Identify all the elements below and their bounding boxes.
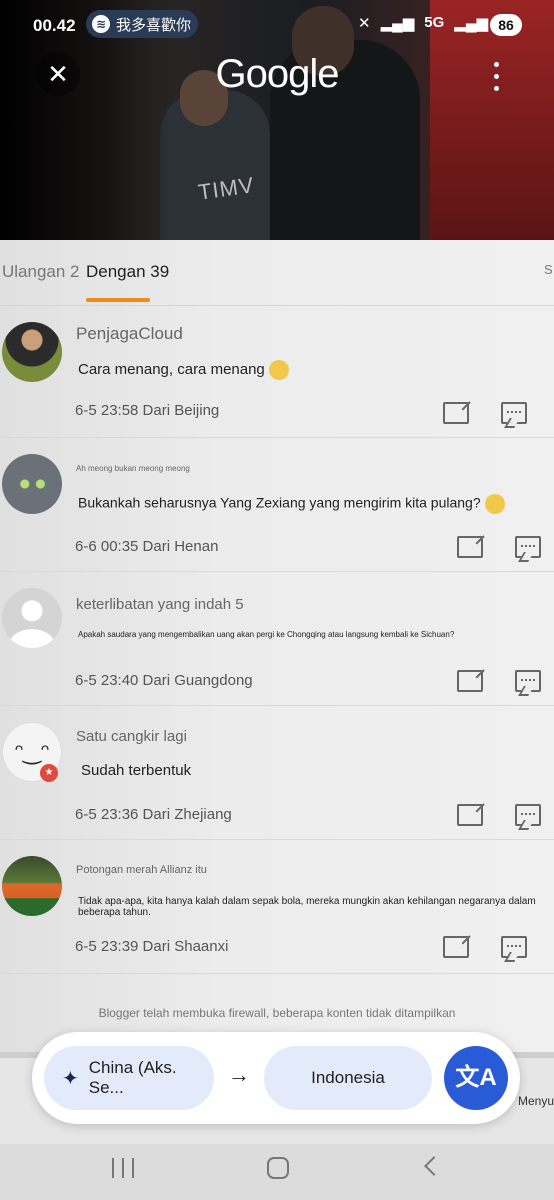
avatar[interactable] xyxy=(2,454,62,514)
spotify-icon: ≋ xyxy=(92,15,110,33)
comment-text: Cara menang, cara menang xyxy=(78,360,289,380)
media-text: 我多喜歡你 xyxy=(116,16,192,34)
comment-item: PenjagaCloud Cara menang, cara menang 6-… xyxy=(0,306,554,438)
source-language-label: China (Aks. Se... xyxy=(88,1058,177,1097)
navigation-bar xyxy=(0,1144,554,1200)
comment-user[interactable]: PenjagaCloud xyxy=(76,324,183,344)
translate-bar: ✦ China (Aks. Se... → Indonesia 文A xyxy=(32,1032,520,1124)
comments-sheet: Ulangan 2 Dengan 39 S PenjagaCloud Cara … xyxy=(0,240,554,1060)
avatar[interactable] xyxy=(2,588,62,648)
avatar[interactable] xyxy=(2,322,62,382)
comment-text-content: Cara menang, cara menang xyxy=(78,360,265,378)
comment-meta: 6-6 00:35 Dari Henan xyxy=(75,538,219,555)
comment-item: Potongan merah Allianz itu Tidak apa-apa… xyxy=(0,840,554,974)
reply-icon[interactable] xyxy=(515,804,541,826)
firewall-notice: Blogger telah membuka firewall, beberapa… xyxy=(98,1006,456,1020)
target-language-button[interactable]: Indonesia xyxy=(264,1046,432,1110)
tab-dengan[interactable]: Dengan 39 xyxy=(86,262,169,282)
screen: TIMV 00.42 ≋ 我多喜歡你 ✕ ▂▄▆ 5G ▂▄▆ 86 ✕ Goo… xyxy=(0,0,554,1200)
source-language-button[interactable]: ✦ China (Aks. Se... xyxy=(44,1046,214,1110)
google-logo: Google xyxy=(215,52,340,96)
signal-icon: ▂▄▆ xyxy=(380,15,415,32)
comment-user[interactable]: Ah meong bukan meong meong xyxy=(76,464,190,473)
comment-item: Ah meong bukan meong meong Bukankah seha… xyxy=(0,438,554,572)
signal-icon: ▂▄▆ xyxy=(454,15,488,32)
translate-icon: 文A xyxy=(455,1064,497,1091)
comment-text: Sudah terbentuk xyxy=(81,762,192,779)
tab-indicator xyxy=(86,298,150,302)
back-icon[interactable] xyxy=(424,1156,444,1176)
network-label: 5G xyxy=(424,14,445,31)
tab-bar: Ulangan 2 Dengan 39 S xyxy=(0,240,554,306)
comment-meta: 6-5 23:39 Dari Shaanxi xyxy=(75,938,229,955)
sparkle-icon: ✦ xyxy=(62,1067,79,1090)
comment-text: Apakah saudara yang mengembalikan uang a… xyxy=(78,630,455,639)
comment-user[interactable]: keterlibatan yang indah 5 xyxy=(76,596,244,613)
comment-meta: 6-5 23:40 Dari Guangdong xyxy=(75,672,253,689)
reply-icon[interactable] xyxy=(515,536,541,558)
more-options-icon[interactable] xyxy=(486,58,506,94)
reply-icon[interactable] xyxy=(515,670,541,692)
recent-apps-icon[interactable] xyxy=(112,1158,134,1178)
tab-more[interactable]: S xyxy=(544,262,553,277)
share-icon[interactable] xyxy=(443,936,469,958)
comment-user[interactable]: Satu cangkir lagi xyxy=(76,728,187,745)
comment-text: Tidak apa-apa, kita hanya kalah dalam se… xyxy=(78,896,536,918)
comment-meta: 6-5 23:58 Dari Beijing xyxy=(75,402,220,419)
translate-button[interactable]: 文A xyxy=(444,1046,508,1110)
badge-icon: ★ xyxy=(40,764,58,782)
emoji-icon xyxy=(484,494,505,514)
home-icon[interactable] xyxy=(267,1157,289,1179)
comment-item: keterlibatan yang indah 5 Apakah saudara… xyxy=(0,572,554,706)
share-icon[interactable] xyxy=(457,804,483,826)
share-icon[interactable] xyxy=(443,402,469,424)
comment-meta: 6-5 23:36 Dari Zhejiang xyxy=(75,806,232,823)
status-icons: ✕ ▂▄▆ 5G ▂▄▆ xyxy=(358,14,488,32)
status-bar: 00.42 ≋ 我多喜歡你 ✕ ▂▄▆ 5G ▂▄▆ 86 xyxy=(0,8,554,44)
share-icon[interactable] xyxy=(457,670,483,692)
comment-text-content: Bukankah seharusnya Yang Zexiang yang me… xyxy=(78,494,481,511)
emoji-icon xyxy=(268,360,289,380)
like-label[interactable]: Menyuka xyxy=(518,1094,554,1108)
comment-text: Bukankah seharusnya Yang Zexiang yang me… xyxy=(78,494,505,514)
tab-ulangan[interactable]: Ulangan 2 xyxy=(2,262,80,282)
share-icon[interactable] xyxy=(457,536,483,558)
battery-indicator: 86 xyxy=(490,14,522,36)
reply-icon[interactable] xyxy=(501,402,527,424)
avatar[interactable] xyxy=(2,856,62,916)
clock: 00.42 xyxy=(33,16,76,35)
comment-user[interactable]: Potongan merah Allianz itu xyxy=(76,864,207,876)
media-pill[interactable]: ≋ 我多喜歡你 xyxy=(86,10,198,38)
arrow-right-icon: → xyxy=(228,1062,250,1087)
reply-icon[interactable] xyxy=(501,936,527,958)
mute-icon: ✕ xyxy=(358,15,371,32)
comment-item: ᵔ‿ᵔ ★ Satu cangkir lagi Sudah terbentuk … xyxy=(0,706,554,840)
